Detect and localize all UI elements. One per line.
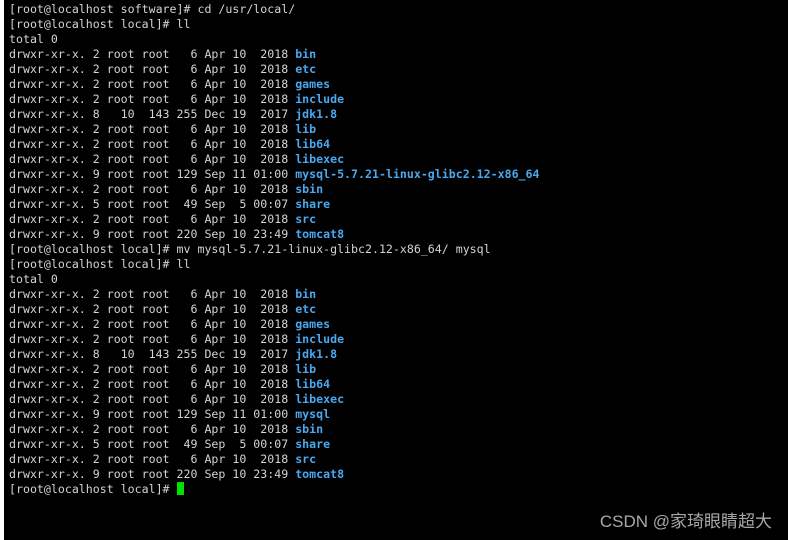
line-text: drwxr-xr-x. 2 root root 6 Apr 10 2018: [9, 377, 296, 391]
directory-name: etc: [295, 302, 317, 316]
directory-listing-row: drwxr-xr-x. 2 root root 6 Apr 10 2018 li…: [9, 392, 540, 407]
directory-listing-row: drwxr-xr-x. 9 root root 129 Sep 11 01:00…: [9, 407, 540, 422]
directory-listing-row: drwxr-xr-x. 2 root root 6 Apr 10 2018 li…: [9, 152, 540, 167]
directory-listing-row: drwxr-xr-x. 9 root root 220 Sep 10 23:49…: [9, 467, 540, 482]
directory-listing-row: drwxr-xr-x. 2 root root 6 Apr 10 2018 ga…: [9, 77, 540, 92]
directory-name: sbin: [295, 182, 324, 196]
terminal-output: [root@localhost software]# cd /usr/local…: [9, 2, 540, 497]
directory-name: libexec: [295, 152, 345, 166]
directory-name: mysql-5.7.21-linux-glibc2.12-x86_64: [295, 167, 540, 181]
terminal-line: [root@localhost local]# ll: [9, 257, 540, 272]
line-text: drwxr-xr-x. 5 root root 49 Sep 5 00:07: [9, 437, 296, 451]
directory-listing-row: drwxr-xr-x. 2 root root 6 Apr 10 2018 sr…: [9, 452, 540, 467]
line-text: [root@localhost local]# ll: [9, 17, 191, 31]
directory-name: jdk1.8: [295, 107, 338, 121]
directory-listing-row: drwxr-xr-x. 8 10 143 255 Dec 19 2017 jdk…: [9, 107, 540, 122]
directory-name: bin: [295, 47, 317, 61]
cursor-block: [176, 482, 184, 495]
directory-listing-row: drwxr-xr-x. 9 root root 129 Sep 11 01:00…: [9, 167, 540, 182]
line-text: drwxr-xr-x. 2 root root 6 Apr 10 2018: [9, 362, 296, 376]
directory-name: games: [295, 77, 331, 91]
line-text: drwxr-xr-x. 2 root root 6 Apr 10 2018: [9, 212, 296, 226]
line-text: drwxr-xr-x. 2 root root 6 Apr 10 2018: [9, 137, 296, 151]
directory-listing-row: drwxr-xr-x. 2 root root 6 Apr 10 2018 sr…: [9, 212, 540, 227]
terminal-line: total 0: [9, 32, 540, 47]
line-text: drwxr-xr-x. 2 root root 6 Apr 10 2018: [9, 302, 296, 316]
directory-listing-row: drwxr-xr-x. 2 root root 6 Apr 10 2018 li…: [9, 137, 540, 152]
line-text: drwxr-xr-x. 8 10 143 255 Dec 19 2017: [9, 107, 296, 121]
directory-listing-row: drwxr-xr-x. 2 root root 6 Apr 10 2018 li…: [9, 377, 540, 392]
line-text: drwxr-xr-x. 2 root root 6 Apr 10 2018: [9, 332, 296, 346]
line-text: drwxr-xr-x. 2 root root 6 Apr 10 2018: [9, 422, 296, 436]
directory-name: lib: [295, 122, 317, 136]
line-text: drwxr-xr-x. 2 root root 6 Apr 10 2018: [9, 452, 296, 466]
directory-listing-row: drwxr-xr-x. 2 root root 6 Apr 10 2018 et…: [9, 62, 540, 77]
prompt-text: [root@localhost local]#: [9, 482, 177, 496]
directory-listing-row: drwxr-xr-x. 2 root root 6 Apr 10 2018 sb…: [9, 182, 540, 197]
directory-listing-row: drwxr-xr-x. 2 root root 6 Apr 10 2018 li…: [9, 122, 540, 137]
terminal-window[interactable]: [root@localhost software]# cd /usr/local…: [4, 0, 788, 540]
line-text: drwxr-xr-x. 2 root root 6 Apr 10 2018: [9, 77, 296, 91]
directory-listing-row: drwxr-xr-x. 2 root root 6 Apr 10 2018 et…: [9, 302, 540, 317]
directory-listing-row: drwxr-xr-x. 2 root root 6 Apr 10 2018 bi…: [9, 47, 540, 62]
directory-name: sbin: [295, 422, 324, 436]
directory-listing-row: drwxr-xr-x. 9 root root 220 Sep 10 23:49…: [9, 227, 540, 242]
terminal-line: total 0: [9, 272, 540, 287]
line-text: drwxr-xr-x. 2 root root 6 Apr 10 2018: [9, 287, 296, 301]
directory-listing-row: drwxr-xr-x. 2 root root 6 Apr 10 2018 in…: [9, 332, 540, 347]
directory-name: tomcat8: [295, 467, 345, 481]
line-text: drwxr-xr-x. 2 root root 6 Apr 10 2018: [9, 47, 296, 61]
line-text: [root@localhost local]# mv mysql-5.7.21-…: [9, 242, 491, 256]
directory-name: src: [295, 212, 317, 226]
directory-name: lib: [295, 362, 317, 376]
directory-listing-row: drwxr-xr-x. 2 root root 6 Apr 10 2018 li…: [9, 362, 540, 377]
directory-name: bin: [295, 287, 317, 301]
line-text: [root@localhost software]# cd /usr/local…: [9, 2, 296, 16]
line-text: drwxr-xr-x. 9 root root 220 Sep 10 23:49: [9, 227, 296, 241]
directory-name: include: [295, 332, 345, 346]
line-text: drwxr-xr-x. 9 root root 220 Sep 10 23:49: [9, 467, 296, 481]
watermark: CSDN @家琦眼睛超大: [599, 512, 772, 531]
directory-name: jdk1.8: [295, 347, 338, 361]
line-text: drwxr-xr-x. 9 root root 129 Sep 11 01:00: [9, 167, 296, 181]
directory-listing-row: drwxr-xr-x. 2 root root 6 Apr 10 2018 sb…: [9, 422, 540, 437]
directory-name: src: [295, 452, 317, 466]
directory-name: share: [295, 197, 331, 211]
line-text: [root@localhost local]# ll: [9, 257, 191, 271]
line-text: drwxr-xr-x. 2 root root 6 Apr 10 2018: [9, 62, 296, 76]
prompt-line[interactable]: [root@localhost local]#: [9, 482, 540, 497]
directory-name: etc: [295, 62, 317, 76]
line-text: total 0: [9, 272, 58, 286]
line-text: drwxr-xr-x. 2 root root 6 Apr 10 2018: [9, 122, 296, 136]
line-text: drwxr-xr-x. 2 root root 6 Apr 10 2018: [9, 182, 296, 196]
line-text: drwxr-xr-x. 5 root root 49 Sep 5 00:07: [9, 197, 296, 211]
directory-name: lib64: [295, 137, 331, 151]
directory-name: libexec: [295, 392, 345, 406]
terminal-line: [root@localhost local]# ll: [9, 17, 540, 32]
directory-name: share: [295, 437, 331, 451]
line-text: drwxr-xr-x. 8 10 143 255 Dec 19 2017: [9, 347, 296, 361]
directory-listing-row: drwxr-xr-x. 5 root root 49 Sep 5 00:07 s…: [9, 437, 540, 452]
terminal-line: [root@localhost software]# cd /usr/local…: [9, 2, 540, 17]
line-text: drwxr-xr-x. 2 root root 6 Apr 10 2018: [9, 92, 296, 106]
line-text: drwxr-xr-x. 9 root root 129 Sep 11 01:00: [9, 407, 296, 421]
line-text: drwxr-xr-x. 2 root root 6 Apr 10 2018: [9, 317, 296, 331]
line-text: drwxr-xr-x. 2 root root 6 Apr 10 2018: [9, 392, 296, 406]
directory-name: tomcat8: [295, 227, 345, 241]
directory-name: games: [295, 317, 331, 331]
directory-listing-row: drwxr-xr-x. 5 root root 49 Sep 5 00:07 s…: [9, 197, 540, 212]
line-text: total 0: [9, 32, 58, 46]
directory-name: include: [295, 92, 345, 106]
directory-listing-row: drwxr-xr-x. 2 root root 6 Apr 10 2018 bi…: [9, 287, 540, 302]
line-text: drwxr-xr-x. 2 root root 6 Apr 10 2018: [9, 152, 296, 166]
directory-listing-row: drwxr-xr-x. 2 root root 6 Apr 10 2018 ga…: [9, 317, 540, 332]
directory-listing-row: drwxr-xr-x. 8 10 143 255 Dec 19 2017 jdk…: [9, 347, 540, 362]
directory-listing-row: drwxr-xr-x. 2 root root 6 Apr 10 2018 in…: [9, 92, 540, 107]
terminal-line: [root@localhost local]# mv mysql-5.7.21-…: [9, 242, 540, 257]
directory-name: mysql: [295, 407, 331, 421]
directory-name: lib64: [295, 377, 331, 391]
